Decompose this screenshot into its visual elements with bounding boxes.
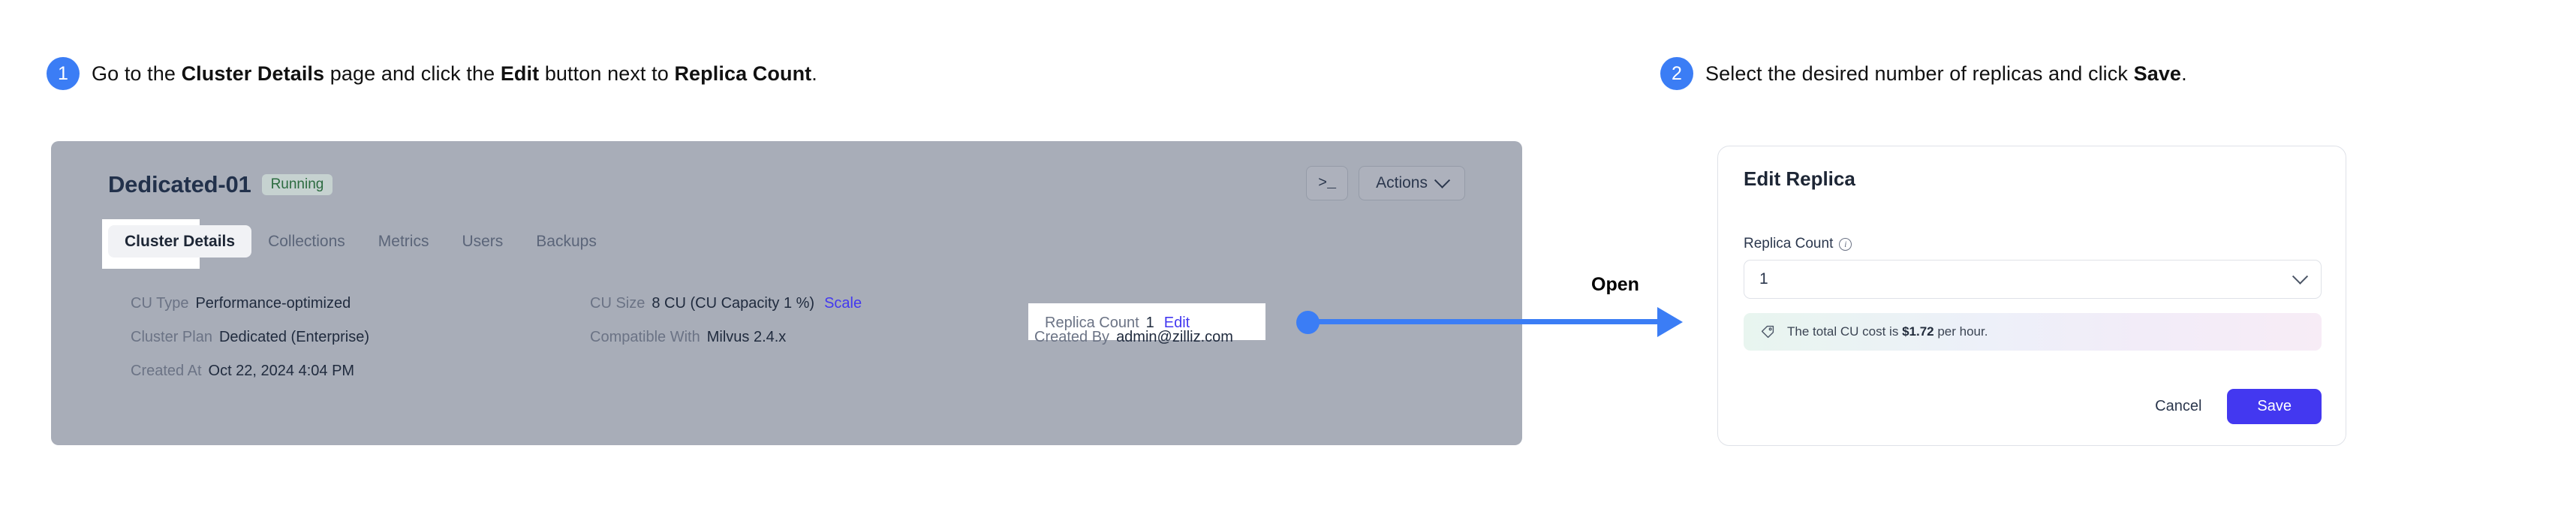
- created-at-label: Created At: [131, 363, 202, 379]
- cost-prefix: The total CU cost is: [1787, 324, 1903, 339]
- cancel-button[interactable]: Cancel: [2152, 393, 2204, 420]
- detail-created-by: Created By admin@zilliz.com: [1034, 330, 1233, 345]
- actions-label: Actions: [1376, 174, 1428, 191]
- edit-replica-dialog: Edit Replica Replica Count i 1 The total…: [1717, 146, 2346, 446]
- step-1-text-fragment: Go to the: [92, 62, 182, 85]
- save-button[interactable]: Save: [2227, 389, 2322, 424]
- detail-cu-type: CU Type Performance-optimized: [131, 296, 351, 311]
- step-1-text-fragment-bold: Cluster Details: [181, 62, 325, 85]
- scale-link[interactable]: Scale: [824, 295, 862, 312]
- replica-count-label: Replica Count: [1045, 315, 1139, 331]
- terminal-icon-button[interactable]: >_: [1306, 166, 1349, 200]
- step-2-text-fragment: Select the desired number of replicas an…: [1705, 62, 2134, 85]
- detail-cluster-plan: Cluster Plan Dedicated (Enterprise): [131, 330, 369, 345]
- step-2-text: Select the desired number of replicas an…: [1705, 62, 2187, 86]
- tab-collections[interactable]: Collections: [251, 225, 362, 258]
- step-1-badge: 1: [47, 57, 80, 90]
- chevron-down-icon: [2292, 268, 2309, 285]
- cu-type-label: CU Type: [131, 295, 189, 312]
- info-icon[interactable]: i: [1839, 237, 1852, 251]
- replica-count-field-label: Replica Count i: [1744, 236, 1852, 252]
- chevron-down-icon: [1434, 172, 1451, 188]
- replica-count-selected-value: 1: [1759, 270, 1768, 288]
- tab-users[interactable]: Users: [445, 225, 519, 258]
- tab-cluster-details[interactable]: Cluster Details: [108, 225, 252, 258]
- edit-replica-link[interactable]: Edit: [1164, 315, 1190, 331]
- step-1-text-fragment: page and click the: [324, 62, 501, 85]
- compatible-with-label: Compatible With: [590, 329, 700, 345]
- step-1-text-fragment-bold: Edit: [500, 62, 540, 85]
- replica-count-field-label-text: Replica Count: [1744, 236, 1834, 251]
- step-2-instruction: 2 Select the desired number of replicas …: [1660, 57, 2187, 90]
- created-by-value: admin@zilliz.com: [1116, 329, 1233, 345]
- step-2-badge: 2: [1660, 57, 1693, 90]
- created-at-value: Oct 22, 2024 4:04 PM: [208, 363, 355, 379]
- callout-arrow-line: [1314, 319, 1666, 324]
- detail-created-at: Created At Oct 22, 2024 4:04 PM: [131, 363, 354, 378]
- cost-notice-banner: The total CU cost is $1.72 per hour.: [1744, 313, 2322, 351]
- callout-dot-marker: [1296, 311, 1320, 334]
- panel-action-buttons: >_ Actions: [1306, 166, 1465, 200]
- cluster-tabs: Cluster Details Collections Metrics User…: [108, 225, 613, 258]
- cluster-plan-label: Cluster Plan: [131, 329, 212, 345]
- tag-icon: [1761, 325, 1774, 339]
- dialog-title: Edit Replica: [1744, 167, 1855, 190]
- step-1-text-fragment-bold: Replica Count: [674, 62, 812, 85]
- status-badge: Running: [261, 174, 333, 195]
- replica-count-value: 1: [1145, 315, 1154, 331]
- callout-arrow-head-icon: [1657, 307, 1683, 337]
- step-1-text-fragment: button next to: [539, 62, 675, 85]
- compatible-with-value: Milvus 2.4.x: [706, 329, 787, 345]
- detail-cu-size: CU Size 8 CU (CU Capacity 1 %) Scale: [590, 296, 862, 311]
- cu-size-value: 8 CU (CU Capacity 1 %): [652, 295, 815, 312]
- cluster-plan-value: Dedicated (Enterprise): [218, 329, 370, 345]
- cost-amount: $1.72: [1902, 324, 1934, 339]
- step-1-text-fragment: .: [811, 62, 817, 85]
- cluster-details-panel: Dedicated-01 Running >_ Actions Cluster …: [51, 141, 1522, 445]
- cu-size-label: CU Size: [590, 295, 646, 312]
- cluster-name: Dedicated-01: [108, 171, 251, 197]
- cu-type-value: Performance-optimized: [195, 295, 351, 312]
- step-2-text-fragment-bold: Save: [2133, 62, 2182, 85]
- replica-count-select[interactable]: 1: [1744, 260, 2322, 299]
- cluster-header: Dedicated-01 Running: [108, 171, 333, 198]
- step-1-text: Go to the Cluster Details page and click…: [92, 62, 817, 86]
- dialog-footer: Cancel Save: [2152, 389, 2322, 424]
- detail-replica-count: Replica Count 1 Edit: [1045, 315, 1190, 330]
- step-2-text-fragment: .: [2181, 62, 2187, 85]
- step-1-instruction: 1 Go to the Cluster Details page and cli…: [47, 57, 817, 90]
- actions-dropdown-button[interactable]: Actions: [1359, 166, 1465, 200]
- cost-notice-text: The total CU cost is $1.72 per hour.: [1787, 324, 1988, 339]
- tab-metrics[interactable]: Metrics: [362, 225, 446, 258]
- cost-suffix: per hour.: [1934, 324, 1988, 339]
- detail-compatible-with: Compatible With Milvus 2.4.x: [590, 330, 786, 345]
- tab-backups[interactable]: Backups: [519, 225, 613, 258]
- open-annotation-label: Open: [1591, 274, 1639, 295]
- created-by-label: Created By: [1034, 329, 1110, 345]
